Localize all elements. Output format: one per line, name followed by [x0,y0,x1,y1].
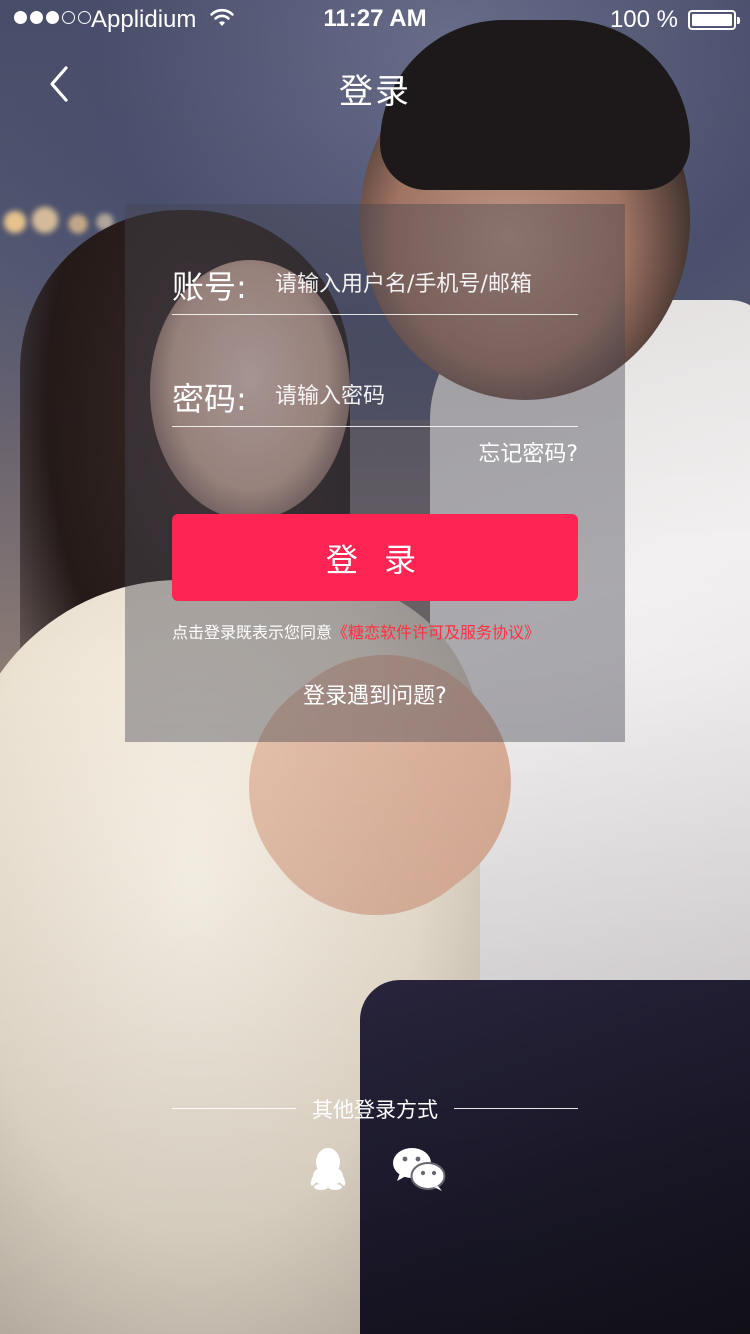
battery-percentage: 100 % [609,6,678,33]
wechat-icon[interactable] [392,1146,446,1192]
agreement-text: 点击登录既表示您同意《糖恋软件许可及服务协议》 [172,619,592,643]
battery-icon [688,10,740,30]
password-input[interactable] [272,384,578,409]
other-login-label: 其他登录方式 [312,1098,438,1122]
divider-line-right [454,1108,578,1109]
nav-bar: 登录 [0,48,750,120]
login-trouble-link[interactable]: 登录遇到问题? [125,678,625,710]
qq-icon[interactable] [308,1146,348,1190]
login-button[interactable]: 登 录 [172,514,578,601]
page-title: 登录 [339,72,411,112]
account-input[interactable] [272,272,578,297]
password-label: 密码: [172,379,247,418]
forgot-password-link[interactable]: 忘记密码? [478,436,578,468]
account-label: 账号: [172,267,247,306]
other-login-divider: 其他登录方式 [172,1094,578,1124]
account-field: 账号: [172,255,578,315]
login-panel: 账号: 密码: 忘记密码? 登 录 点击登录既表示您同意《糖恋软件许可及服务协议… [125,204,625,742]
agreement-prefix: 点击登录既表示您同意 [172,623,333,642]
agreement-link[interactable]: 《糖恋软件许可及服务协议》 [332,623,540,642]
status-bar: Applidium 11:27 AM 100 % [0,0,750,40]
password-field: 密码: [172,367,578,427]
